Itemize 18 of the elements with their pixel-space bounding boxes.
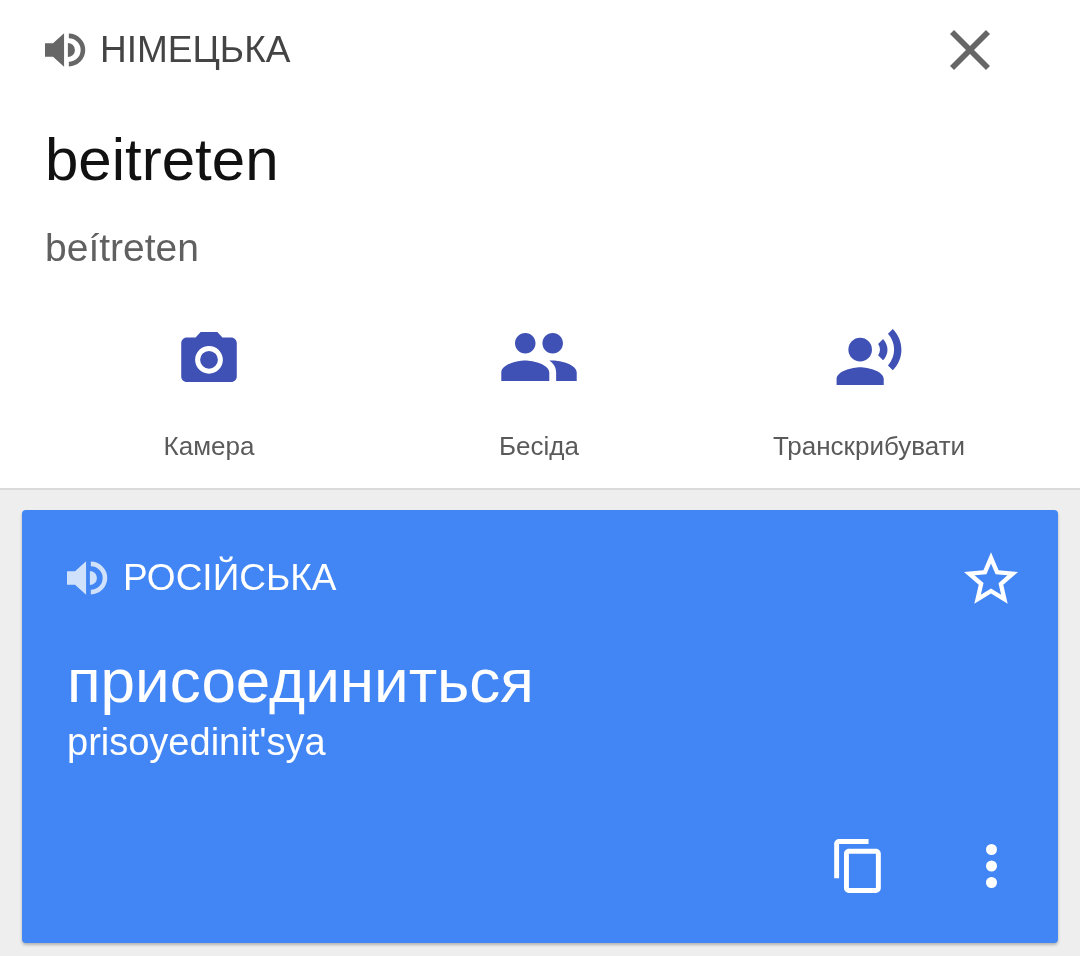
- camera-button[interactable]: Камера: [163, 329, 255, 461]
- language-label: РОСІЙСЬКА: [123, 557, 338, 599]
- more-vertical-icon[interactable]: [985, 844, 998, 888]
- conversation-button[interactable]: Бесіда: [499, 329, 579, 461]
- language-label: НІМЕЦЬКА: [100, 29, 292, 71]
- transcribe-button[interactable]: Транскрибувати: [772, 329, 966, 461]
- transliteration-text: beítreten: [45, 225, 199, 271]
- source-text: beitreten: [45, 125, 279, 195]
- speaker-icon[interactable]: [45, 31, 86, 69]
- camera-icon: [181, 332, 237, 382]
- people-icon: [501, 333, 577, 381]
- close-icon[interactable]: [950, 30, 990, 70]
- copy-icon[interactable]: [834, 839, 881, 893]
- star-icon[interactable]: [964, 552, 1018, 604]
- speaking-person-icon: [836, 329, 902, 385]
- transliteration-text: prisoyedinit'sya: [67, 720, 326, 764]
- speaker-icon[interactable]: [67, 559, 108, 597]
- translation-text: присоединиться: [67, 645, 534, 717]
